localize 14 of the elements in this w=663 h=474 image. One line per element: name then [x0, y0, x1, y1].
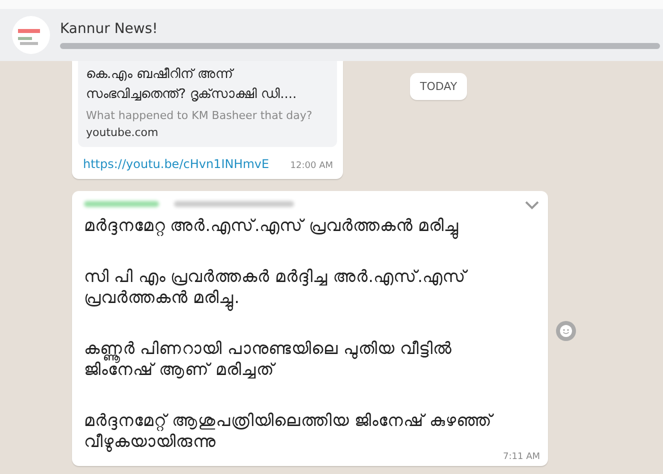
message-paragraph: കണ്ണൂർ പിണറായി പാനുണ്ടയിലെ പുതിയ വീട്ടിൽ ജിംനേഷ് ആണ് മരിച്ചത്	[84, 338, 453, 380]
date-badge: TODAY	[410, 73, 468, 100]
link-preview[interactable]: കെ.എം ബഷീറിന് അന്ന് സംഭവിച്ചതെന്ത്? ദൃക്‌സാക്ഷി ഡി.... What happened to KM Basheer that day? youtube.com	[78, 61, 337, 147]
preview-description: What happened to KM Basheer that day?	[86, 109, 314, 122]
message-link[interactable]: https://youtu.be/cHvn1INHmvE	[83, 157, 270, 171]
message-time: 7:11 AM	[503, 452, 540, 462]
smiley-icon[interactable]	[555, 320, 577, 342]
preview-title: കെ.എം ബഷീറിന് അന്ന് സംഭവിച്ചതെന്ത്? ദൃക്‌സാക്ഷി ഡി....	[86, 66, 298, 104]
group-title: Kannur News!	[60, 20, 159, 36]
group-avatar[interactable]	[12, 16, 50, 54]
chevron-down-icon[interactable]	[524, 199, 540, 211]
message-paragraph: മർദ്ദനമേറ്റ് ആശുപത്രിയിലെത്തിയ ജിംനേഷ് കുഴഞ്ഞ് വീഴുകയായിരുന്നു	[84, 410, 495, 452]
message-time: 12:00 AM	[290, 161, 333, 171]
preview-domain: youtube.com	[86, 126, 160, 139]
